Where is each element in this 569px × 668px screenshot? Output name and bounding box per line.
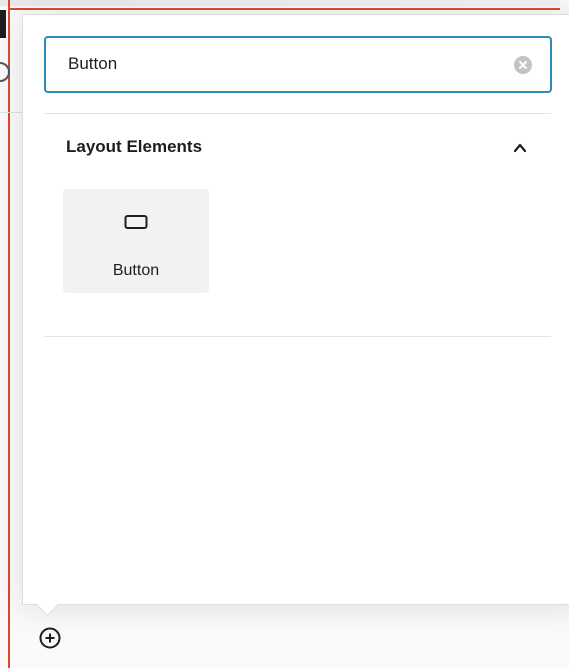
chevron-up-icon	[513, 143, 527, 153]
editor-canvas: Layout Elements Button	[0, 0, 569, 668]
plus-circle-icon[interactable]	[38, 626, 62, 650]
editor-divider	[0, 112, 22, 113]
block-item-label: Button	[112, 262, 160, 279]
block-selection-outline-left	[8, 0, 10, 668]
clear-search-icon[interactable]	[514, 56, 532, 74]
block-search-input[interactable]	[68, 54, 468, 74]
block-item-button[interactable]: Button	[63, 189, 209, 293]
button-icon	[124, 215, 148, 229]
layout-elements-panel-toggle[interactable]: Layout Elements	[44, 127, 551, 167]
panel-divider	[44, 336, 551, 337]
block-inserter-popover: Layout Elements Button	[22, 14, 569, 605]
search-divider	[44, 113, 551, 114]
panel-title: Layout Elements	[66, 137, 203, 156]
block-search-field[interactable]	[44, 36, 552, 93]
editor-block-edge	[0, 10, 6, 38]
editor-toolbar-edge	[0, 0, 560, 6]
block-selection-outline-top	[8, 8, 560, 10]
